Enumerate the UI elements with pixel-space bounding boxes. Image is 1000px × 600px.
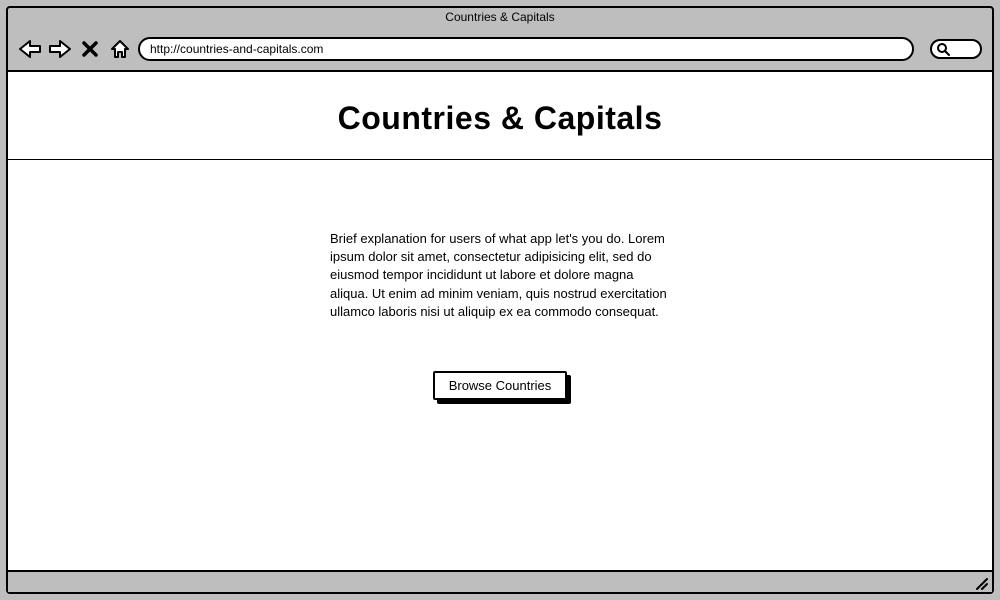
divider	[8, 159, 992, 160]
page-title: Countries & Capitals	[338, 100, 663, 137]
search-button[interactable]	[930, 39, 982, 59]
url-input[interactable]	[138, 37, 914, 61]
page-content: Countries & Capitals Brief explanation f…	[8, 70, 992, 572]
stop-icon[interactable]	[78, 37, 102, 61]
browser-window: Countries & Capitals Countries & Capital…	[6, 6, 994, 594]
page-description: Brief explanation for users of what app …	[330, 230, 670, 321]
resize-grip-icon[interactable]	[974, 576, 988, 590]
home-icon[interactable]	[108, 37, 132, 61]
browse-button-wrap: Browse Countries	[433, 371, 568, 400]
browse-countries-button[interactable]: Browse Countries	[433, 371, 568, 400]
back-icon[interactable]	[18, 37, 42, 61]
forward-icon[interactable]	[48, 37, 72, 61]
window-title: Countries & Capitals	[8, 8, 992, 28]
status-bar	[8, 572, 992, 592]
browser-toolbar	[8, 28, 992, 70]
search-icon	[936, 42, 950, 56]
